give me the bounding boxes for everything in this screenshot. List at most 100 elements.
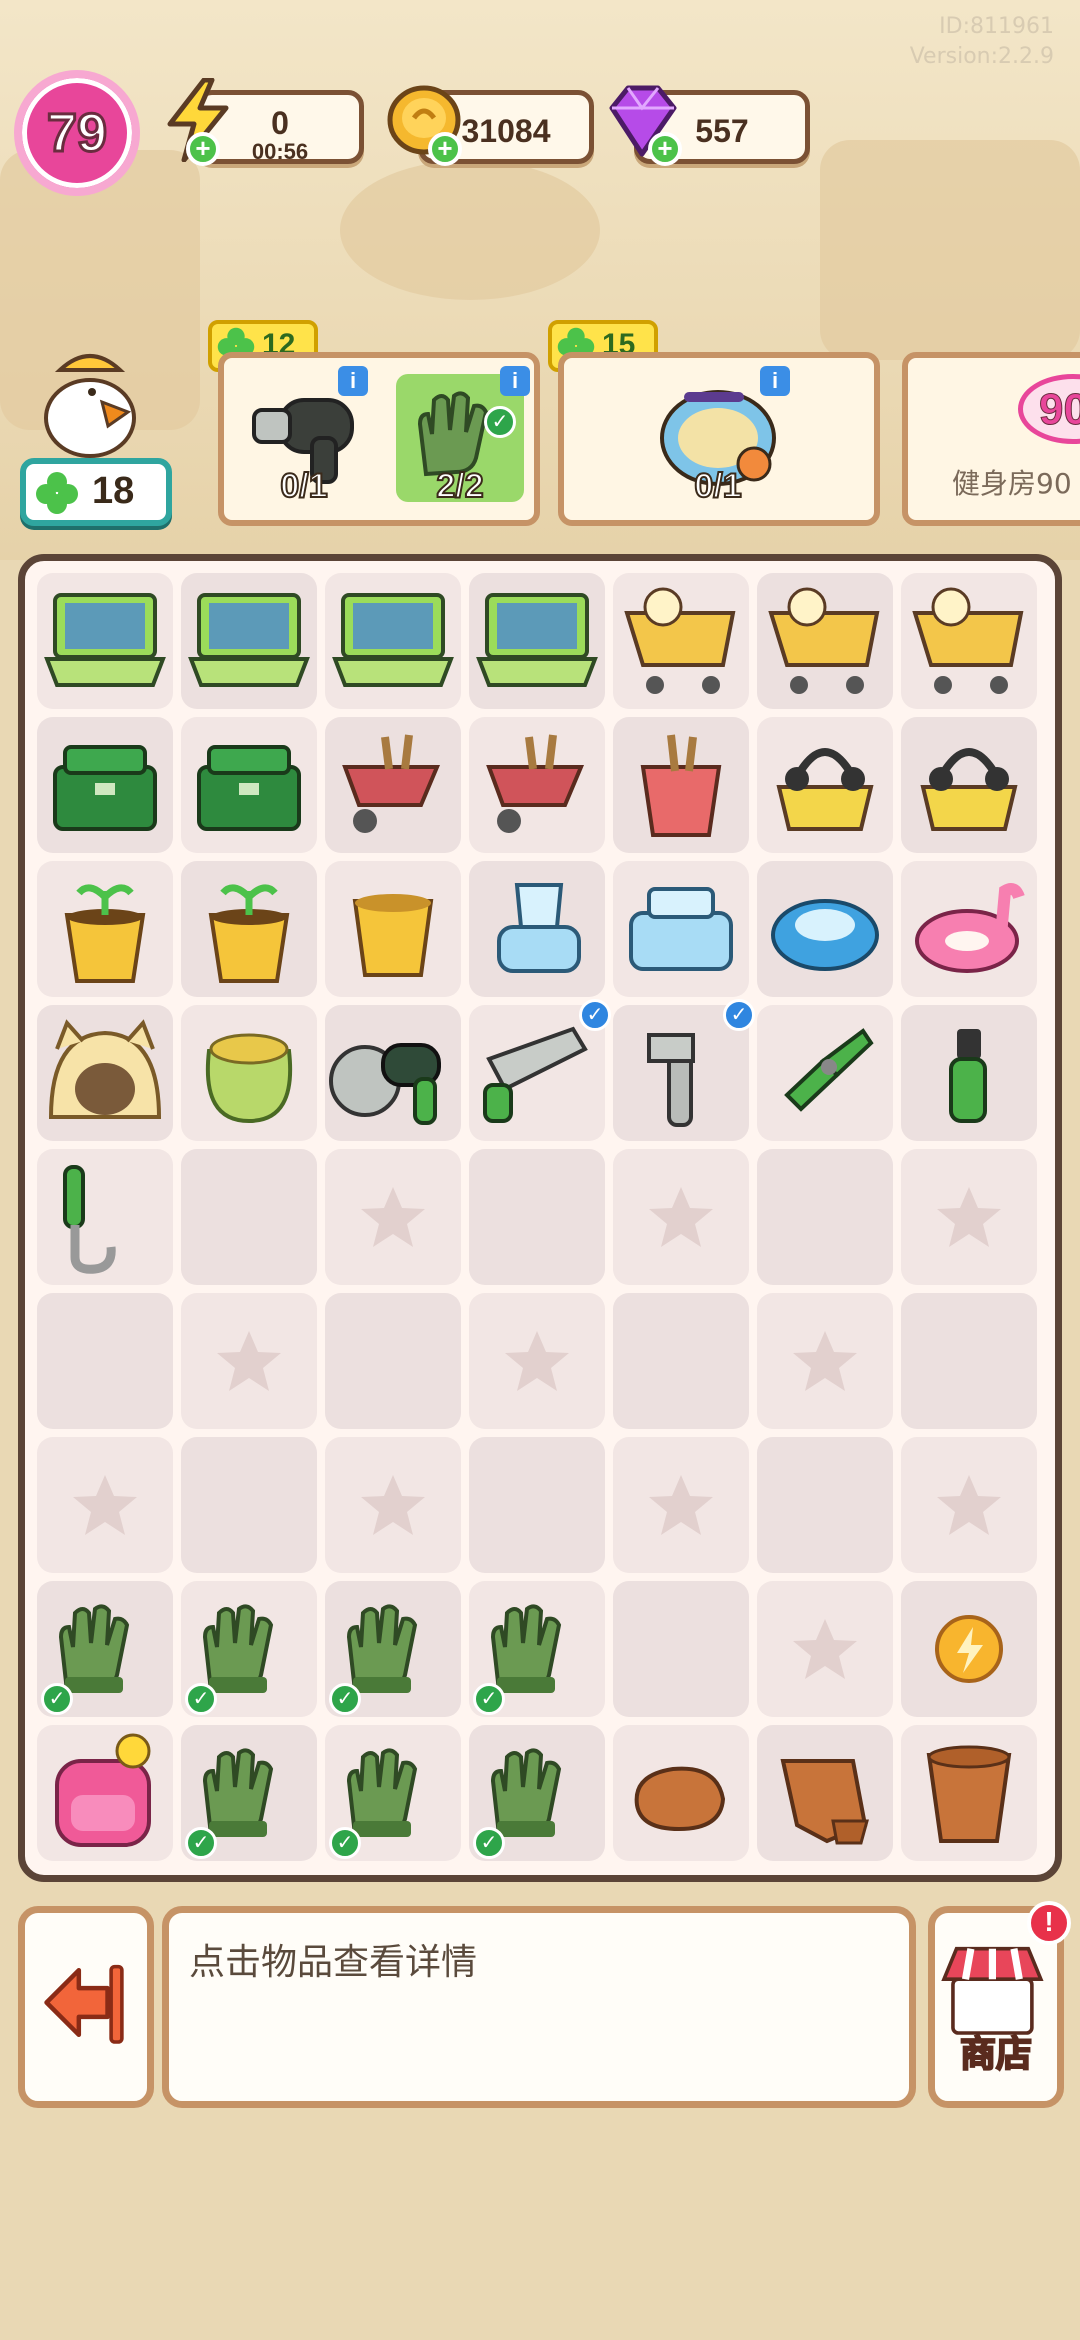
board-cell[interactable]: [325, 1149, 461, 1285]
board-cell[interactable]: [613, 573, 749, 709]
laptop-icon: [44, 593, 166, 687]
clover-counter[interactable]: 18: [20, 458, 172, 526]
goose-builder-avatar[interactable]: [32, 340, 152, 460]
locked-star-icon: [505, 1331, 569, 1391]
board-cell[interactable]: [181, 861, 317, 997]
board-cell[interactable]: [901, 1581, 1037, 1717]
board-cell[interactable]: [901, 573, 1037, 709]
board-cell[interactable]: [757, 1149, 893, 1285]
shop-button[interactable]: 商店 !: [928, 1901, 1071, 2108]
order-item-info-button[interactable]: i: [338, 366, 368, 396]
board-cell[interactable]: [181, 1149, 317, 1285]
order-item-count: 2/2: [435, 466, 484, 506]
wheelbarrow-icon: [486, 734, 585, 833]
player-level: 79: [45, 102, 108, 165]
clay-lump-icon: [634, 1766, 726, 1832]
wheelbarrow-icon: [342, 734, 441, 833]
board-cell[interactable]: [901, 861, 1037, 997]
board-cell[interactable]: [901, 1005, 1037, 1141]
board-cell[interactable]: [37, 1149, 173, 1285]
board-cell[interactable]: ✓: [613, 999, 755, 1141]
board-cell[interactable]: [37, 1005, 173, 1141]
board-cell[interactable]: [469, 573, 605, 709]
board-cell[interactable]: ✓: [325, 1725, 461, 1861]
board-cell[interactable]: [37, 861, 173, 997]
build-id: ID:811961: [939, 14, 1054, 39]
board-cell[interactable]: [325, 861, 461, 997]
shop-alert-icon: !: [1027, 1901, 1071, 1945]
board-cell[interactable]: [469, 1293, 605, 1429]
backpack-icon: [55, 1733, 151, 1847]
board-cell[interactable]: [613, 1581, 749, 1717]
order-level-value: 90: [1039, 385, 1080, 435]
seed-sack-icon: [205, 1033, 293, 1124]
board-cell[interactable]: [613, 1437, 749, 1573]
exit-arrow-icon: [44, 1964, 124, 2044]
board-cell[interactable]: [37, 1725, 173, 1861]
order-card[interactable]: 0/1 i: [558, 352, 880, 526]
headphone-cart-icon: [776, 748, 874, 831]
board-cell[interactable]: [181, 1293, 317, 1429]
cat-bed-icon: [48, 1019, 162, 1119]
board-cell[interactable]: [613, 717, 749, 853]
board-cell[interactable]: ✓: [181, 1581, 317, 1717]
board-cell[interactable]: [325, 717, 461, 853]
board-cell[interactable]: [757, 717, 893, 853]
board-cell[interactable]: [613, 861, 749, 997]
board-cell[interactable]: ✓: [37, 1581, 173, 1717]
board-cell[interactable]: [757, 1437, 893, 1573]
laptop-icon: [476, 593, 598, 687]
board-cell[interactable]: [181, 1005, 317, 1141]
board-cell[interactable]: [37, 1437, 173, 1573]
board-cell[interactable]: [469, 1437, 605, 1573]
robot-vacuum-icon: [771, 899, 879, 971]
board-cell[interactable]: ✓: [181, 1725, 317, 1861]
board-cell[interactable]: [613, 1149, 749, 1285]
board-cell[interactable]: [757, 1581, 893, 1717]
board-cell[interactable]: [37, 573, 173, 709]
player-level-badge[interactable]: 79: [14, 70, 140, 196]
board-cell[interactable]: [757, 861, 893, 997]
exit-button[interactable]: [18, 1906, 154, 2108]
board-cell[interactable]: [757, 1005, 893, 1141]
gem-add-button[interactable]: +: [648, 132, 682, 166]
board-cell[interactable]: [469, 861, 605, 997]
coin-add-button[interactable]: +: [428, 132, 462, 166]
board-cell[interactable]: [37, 717, 173, 853]
board-cell[interactable]: ✓: [325, 1581, 461, 1717]
board-cell[interactable]: ✓: [469, 1725, 605, 1861]
board-cell[interactable]: [757, 1293, 893, 1429]
board-cell[interactable]: [181, 717, 317, 853]
order-item-complete-check-icon: ✓: [484, 406, 516, 438]
board-cell[interactable]: [181, 573, 317, 709]
board-cell[interactable]: [613, 1725, 749, 1861]
board-cell[interactable]: [901, 1725, 1037, 1861]
board-cell[interactable]: [469, 1149, 605, 1285]
board-cell[interactable]: [325, 1005, 461, 1141]
order-card[interactable]: 0/1 i 2/2 i ✓: [218, 352, 540, 526]
energy-add-button[interactable]: +: [186, 132, 220, 166]
clay-shard-icon: [780, 1759, 869, 1845]
board-cell[interactable]: [901, 717, 1037, 853]
board-cell[interactable]: [469, 717, 605, 853]
board-cell[interactable]: [901, 1437, 1037, 1573]
board-cell[interactable]: [757, 1725, 893, 1861]
laptop-icon: [188, 593, 310, 687]
board-cell[interactable]: [181, 1437, 317, 1573]
empty-pot-icon: [352, 894, 434, 977]
board-cell[interactable]: [613, 1293, 749, 1429]
board-cell[interactable]: [325, 1293, 461, 1429]
toolbox-icon: [197, 745, 301, 831]
order-item-info-button[interactable]: i: [500, 366, 530, 396]
order-item-info-button[interactable]: i: [760, 366, 790, 396]
order-card[interactable]: 90 健身房90: [902, 352, 1080, 526]
locked-star-icon: [73, 1475, 137, 1535]
board-cell[interactable]: [37, 1293, 173, 1429]
board-cell[interactable]: [757, 573, 893, 709]
board-cell[interactable]: [325, 1437, 461, 1573]
board-cell[interactable]: [901, 1293, 1037, 1429]
board-cell[interactable]: [901, 1149, 1037, 1285]
board-cell[interactable]: [325, 573, 461, 709]
board-cell[interactable]: ✓: [469, 1581, 605, 1717]
board-cell[interactable]: ✓: [469, 999, 611, 1141]
